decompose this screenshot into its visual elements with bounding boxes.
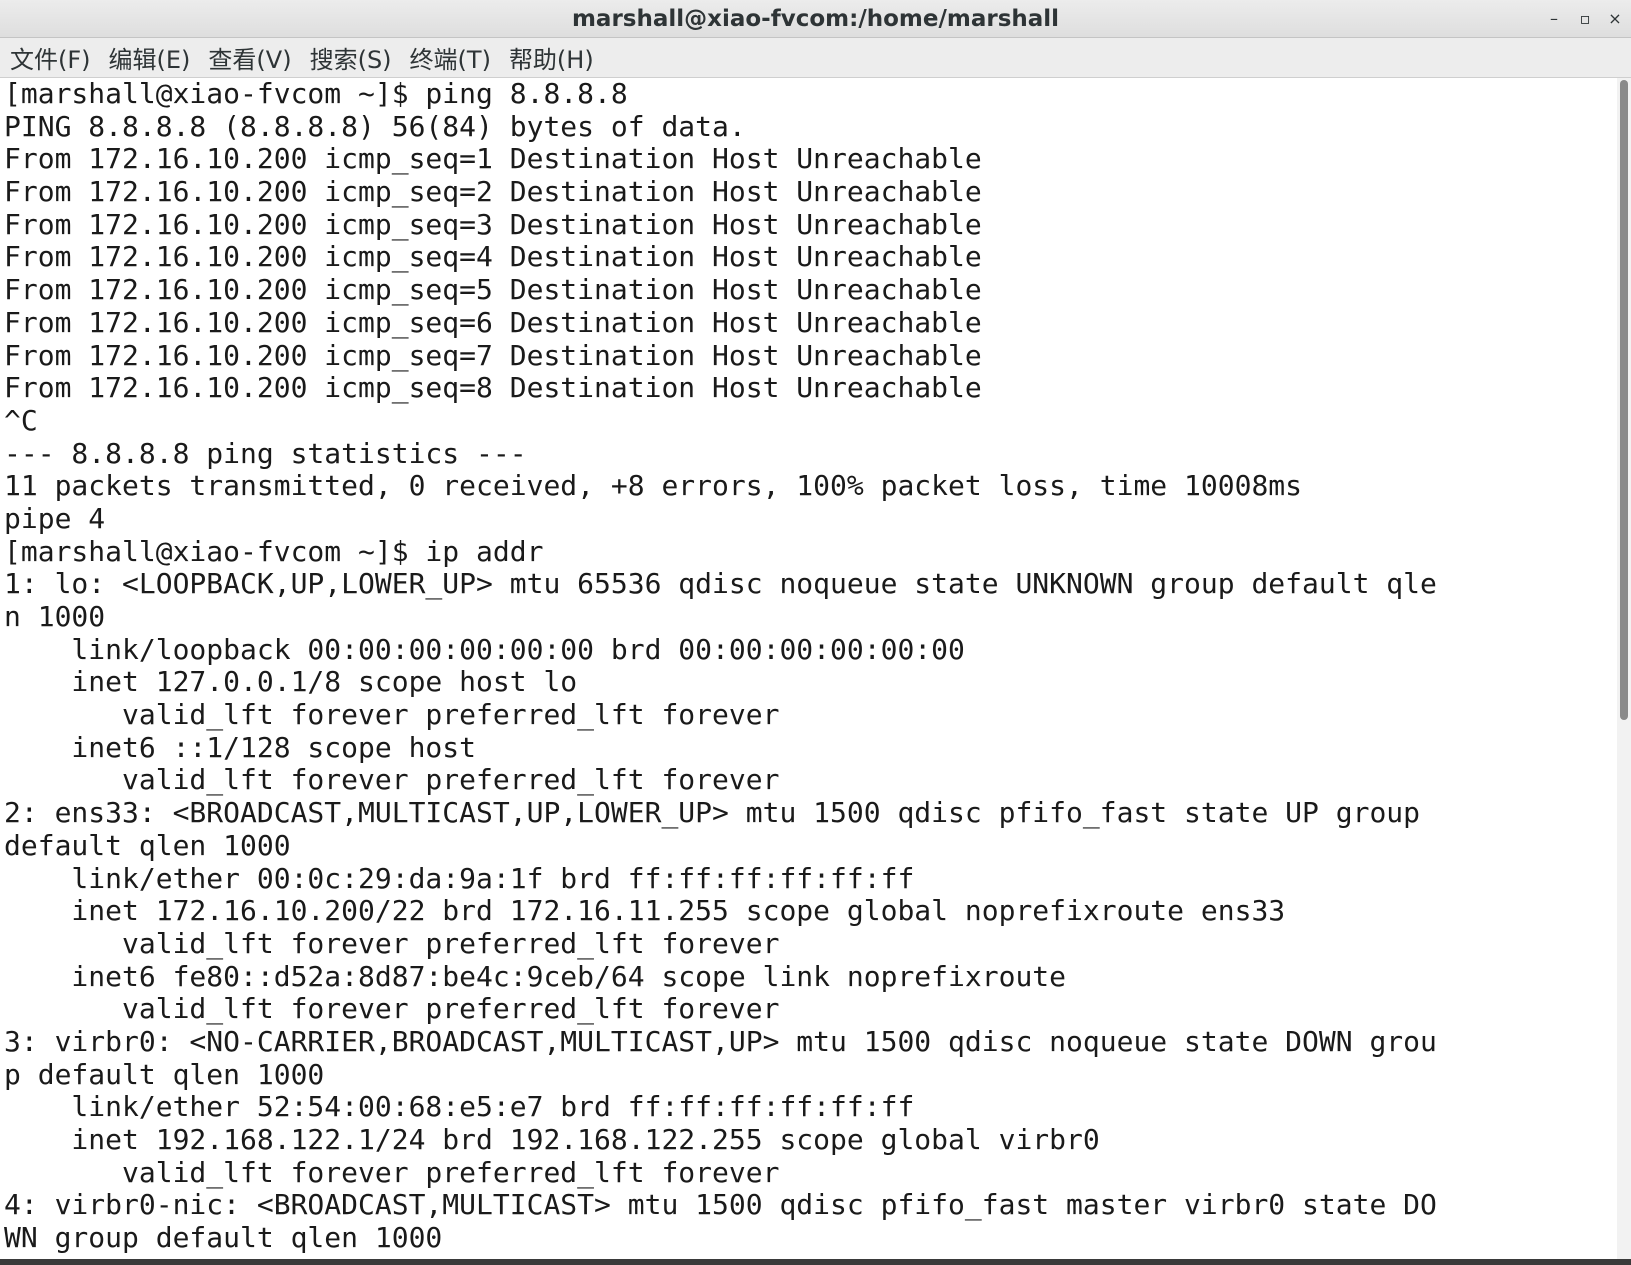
scrollbar-thumb[interactable] (1620, 80, 1628, 720)
terminal-lines: [marshall@xiao-fvcom ~]$ ping 8.8.8.8 PIN… (4, 78, 1437, 1255)
menu-bar: 文件(F) 编辑(E) 查看(V) 搜索(S) 终端(T) 帮助(H) (0, 38, 1631, 78)
terminal-line: From 172.16.10.200 icmp_seq=8 Destinatio… (4, 371, 982, 405)
terminal-line: From 172.16.10.200 icmp_seq=3 Destinatio… (4, 207, 982, 241)
terminal-line: valid_lft forever preferred_lft forever (4, 992, 780, 1026)
terminal-line: link/ether 52:54:00:68:e5:e7 brd ff:ff:f… (4, 1090, 915, 1124)
terminal-line: inet 127.0.0.1/8 scope host lo (4, 665, 578, 699)
terminal-line: inet6 fe80::d52a:8d87:be4c:9ceb/64 scope… (4, 959, 1067, 993)
terminal-line: [marshall@xiao-fvcom ~]$ ping 8.8.8.8 (4, 78, 628, 110)
terminal-line: From 172.16.10.200 icmp_seq=1 Destinatio… (4, 142, 982, 176)
terminal-line: ^C (4, 403, 38, 437)
bottom-edge (0, 1259, 1631, 1265)
vertical-scrollbar[interactable] (1617, 78, 1631, 1265)
menu-help[interactable]: 帮助(H) (509, 40, 594, 75)
terminal-line: 2: ens33: <BROADCAST,MULTICAST,UP,LOWER_… (4, 796, 1421, 830)
terminal-line: pipe 4 (4, 501, 106, 535)
terminal-output[interactable]: [marshall@xiao-fvcom ~]$ ping 8.8.8.8 PIN… (0, 78, 1617, 1265)
terminal-line: --- 8.8.8.8 ping statistics --- (4, 436, 527, 470)
terminal-line: WN group default qlen 1000 (4, 1221, 443, 1255)
minimize-button[interactable]: – (1541, 7, 1567, 31)
menu-edit[interactable]: 编辑(E) (109, 40, 191, 75)
terminal-line: 4: virbr0-nic: <BROADCAST,MULTICAST> mtu… (4, 1188, 1437, 1222)
terminal-line: link/ether 00:0c:29:da:9a:1f brd ff:ff:f… (4, 861, 915, 895)
terminal-line: From 172.16.10.200 icmp_seq=7 Destinatio… (4, 338, 982, 372)
terminal-line: n 1000 (4, 600, 106, 633)
terminal-line: 1: lo: <LOOPBACK,UP,LOWER_UP> mtu 65536 … (4, 567, 1437, 601)
title-bar[interactable]: marshall@xiao-fvcom:/home/marshall – ▫ × (0, 0, 1631, 38)
terminal-line: inet 172.16.10.200/22 brd 172.16.11.255 … (4, 894, 1286, 928)
terminal-line: From 172.16.10.200 icmp_seq=4 Destinatio… (4, 240, 982, 274)
menu-terminal[interactable]: 终端(T) (410, 40, 491, 75)
terminal-line: From 172.16.10.200 icmp_seq=2 Destinatio… (4, 175, 982, 209)
terminal-line: link/loopback 00:00:00:00:00:00 brd 00:0… (4, 632, 965, 666)
window-title: marshall@xiao-fvcom:/home/marshall (571, 6, 1060, 32)
terminal-line: inet6 ::1/128 scope host (4, 730, 477, 764)
terminal-line: [marshall@xiao-fvcom ~]$ ip addr (4, 534, 544, 568)
terminal-line: valid_lft forever preferred_lft forever (4, 698, 780, 732)
maximize-button[interactable]: ▫ (1572, 7, 1598, 31)
terminal-line: 11 packets transmitted, 0 received, +8 e… (4, 469, 1303, 503)
terminal-line: valid_lft forever preferred_lft forever (4, 1155, 780, 1189)
terminal-line: inet 192.168.122.1/24 brd 192.168.122.25… (4, 1123, 1100, 1156)
menu-file[interactable]: 文件(F) (10, 40, 91, 75)
terminal-line: p default qlen 1000 (4, 1057, 325, 1091)
close-button[interactable]: × (1602, 7, 1628, 31)
terminal-line: 3: virbr0: <NO-CARRIER,BROADCAST,MULTICA… (4, 1024, 1437, 1058)
terminal-line: default qlen 1000 (4, 828, 291, 862)
terminal-line: From 172.16.10.200 icmp_seq=6 Destinatio… (4, 305, 982, 339)
terminal-line: valid_lft forever preferred_lft forever (4, 926, 780, 960)
menu-view[interactable]: 查看(V) (208, 40, 291, 75)
terminal-line: valid_lft forever preferred_lft forever (4, 763, 780, 797)
terminal-window: marshall@xiao-fvcom:/home/marshall – ▫ ×… (0, 0, 1631, 1265)
menu-search[interactable]: 搜索(S) (310, 40, 392, 75)
terminal-line: From 172.16.10.200 icmp_seq=5 Destinatio… (4, 273, 982, 307)
terminal-line: PING 8.8.8.8 (8.8.8.8) 56(84) bytes of d… (4, 109, 746, 143)
